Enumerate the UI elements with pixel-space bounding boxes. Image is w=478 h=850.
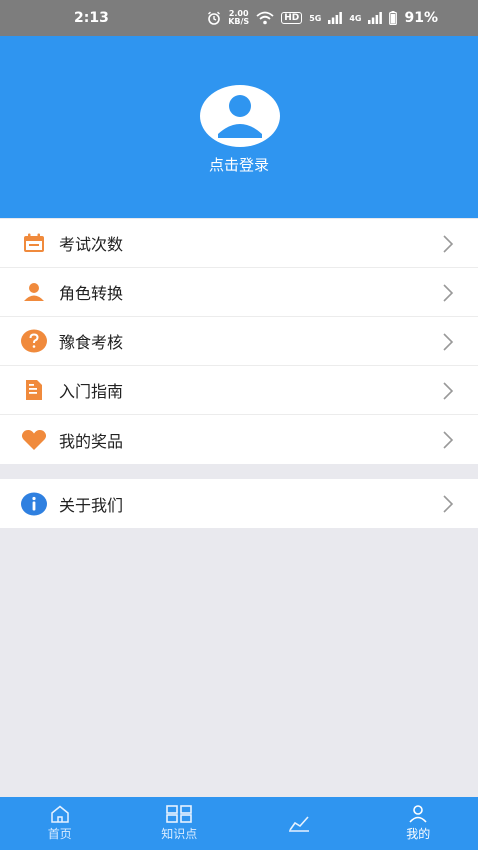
menu-label: 角色转换 — [59, 284, 124, 303]
avatar-icon[interactable] — [199, 84, 281, 148]
chevron-right-icon — [443, 431, 454, 449]
menu-label: 豫食考核 — [59, 333, 124, 352]
battery-icon — [389, 11, 398, 25]
tab-label: 知识点 — [161, 827, 198, 841]
net-speed: 2.00 KB/S — [228, 10, 249, 26]
tab-knowledge[interactable]: 知识点 — [120, 797, 240, 850]
chevron-right-icon — [443, 284, 454, 302]
menu-item-about-us[interactable]: 关于我们 — [0, 479, 478, 528]
grid-icon — [166, 805, 193, 823]
profile-header: 点击登录 — [0, 36, 478, 218]
signal-icon — [328, 12, 343, 24]
user-icon — [409, 805, 427, 823]
chevron-right-icon — [443, 382, 454, 400]
home-icon — [51, 805, 69, 823]
hd-badge: HD — [281, 12, 303, 24]
menu-item-my-prizes[interactable]: 我的奖品 — [0, 415, 478, 464]
bottom-tab-bar: 首页 知识点 我的 — [0, 797, 478, 850]
tab-mine[interactable]: 我的 — [359, 797, 478, 850]
heart-icon — [20, 426, 48, 454]
login-link[interactable]: 点击登录 — [0, 154, 478, 175]
question-circle-icon — [20, 327, 48, 355]
tab-label: 我的 — [406, 827, 431, 841]
chart-icon — [288, 815, 309, 832]
menu-group-about: 关于我们 — [0, 479, 478, 528]
chevron-right-icon — [443, 333, 454, 351]
menu-item-role-switch[interactable]: 角色转换 — [0, 268, 478, 317]
tab-label: 首页 — [47, 827, 72, 841]
menu-label: 关于我们 — [59, 495, 124, 515]
chevron-right-icon — [443, 235, 454, 253]
menu-label: 入门指南 — [59, 382, 124, 401]
menu-label: 我的奖品 — [59, 431, 124, 451]
status-time: 2:13 — [74, 10, 109, 26]
menu-item-food-assessment[interactable]: 豫食考核 — [0, 317, 478, 366]
alarm-icon — [208, 11, 221, 25]
menu-label: 考试次数 — [59, 235, 124, 254]
battery-level: 91% — [404, 10, 438, 26]
status-bar: 2:13 2.00 KB/S HD 5G 4G 91% — [0, 0, 478, 36]
wifi-icon — [256, 11, 274, 25]
signal-label-1: 5G — [309, 13, 322, 23]
info-circle-icon — [20, 490, 48, 518]
status-icons: 2.00 KB/S HD 5G 4G 91% — [207, 10, 438, 26]
net-speed-unit: KB/S — [228, 17, 250, 26]
tab-third[interactable] — [239, 797, 359, 850]
menu-item-exam-count[interactable]: 考试次数 — [0, 219, 478, 268]
person-icon — [20, 278, 48, 306]
menu-group-main: 考试次数 角色转换 豫食考核 入门指南 我的奖品 — [0, 219, 478, 464]
signal-label-2: 4G — [349, 13, 362, 23]
calendar-icon — [20, 229, 48, 257]
document-icon — [20, 376, 48, 404]
signal-icon-2 — [368, 12, 383, 24]
menu-item-beginner-guide[interactable]: 入门指南 — [0, 366, 478, 415]
chevron-right-icon — [443, 495, 454, 513]
tab-home[interactable]: 首页 — [0, 797, 120, 850]
